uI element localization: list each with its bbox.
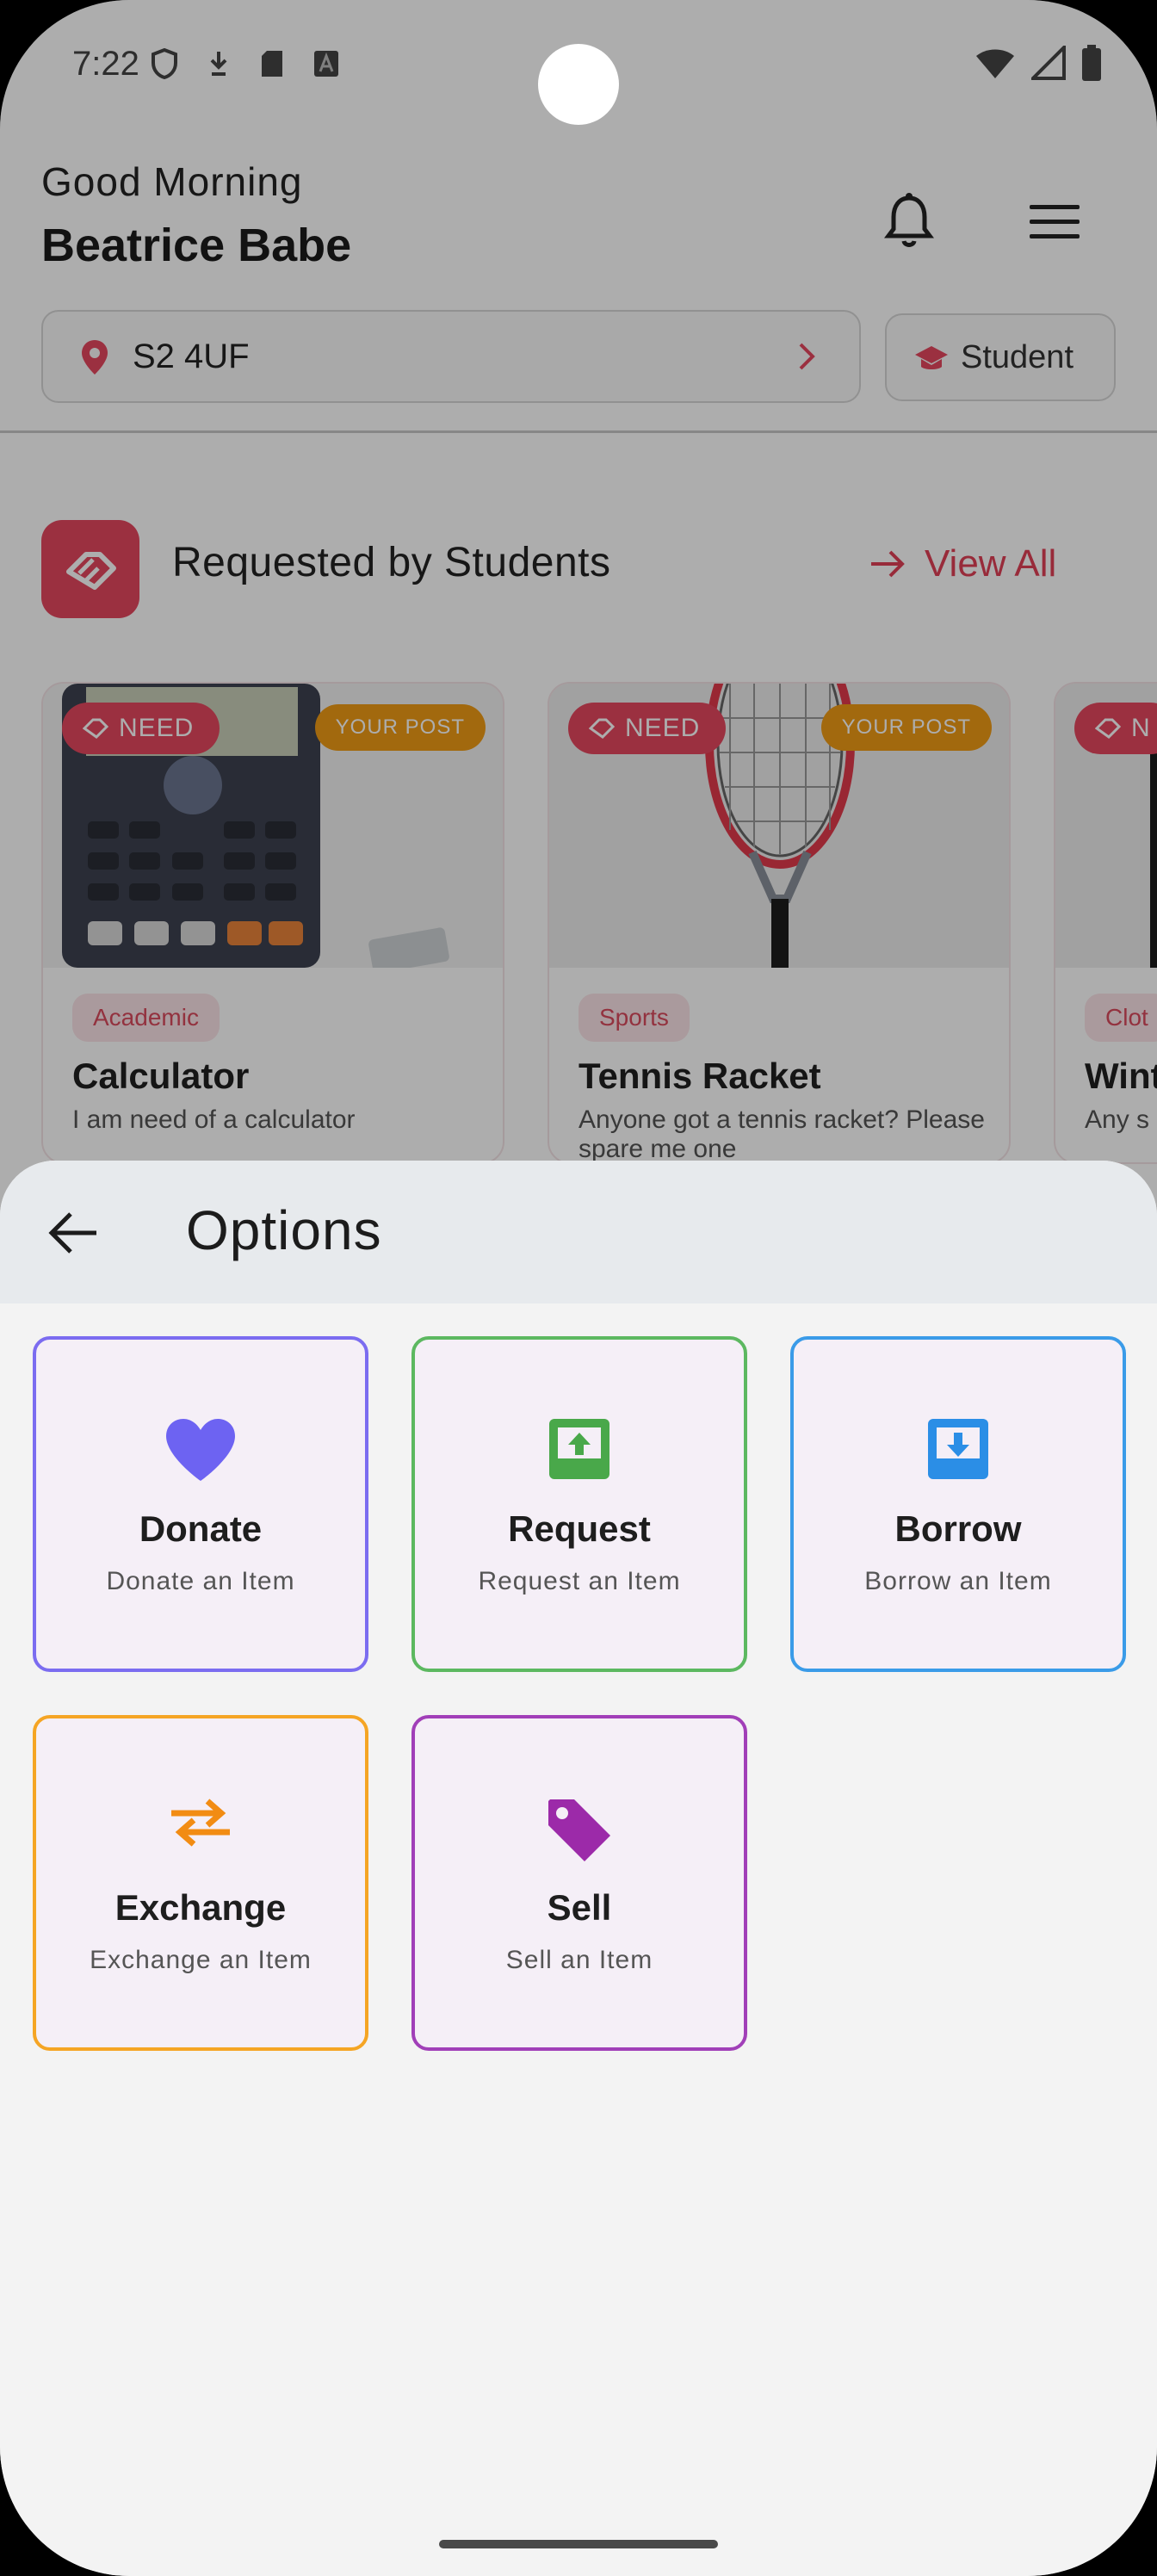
home-indicator[interactable] — [439, 2540, 718, 2548]
sheet-header: Options — [0, 1161, 1157, 1303]
heart-icon — [166, 1419, 235, 1481]
request-option-button[interactable]: Request Request an Item — [411, 1336, 747, 1672]
option-subtitle: Exchange an Item — [90, 1946, 312, 1974]
sheet-title: Options — [186, 1199, 382, 1261]
request-upload-icon — [549, 1419, 609, 1479]
back-arrow-icon[interactable] — [45, 1209, 100, 1257]
phone-screen: 7:22 Good Morning Beatrice Babe S2 4UF S… — [0, 0, 1157, 2576]
option-subtitle: Request an Item — [478, 1567, 681, 1595]
borrow-option-button[interactable]: Borrow Borrow an Item — [790, 1336, 1126, 1672]
exchange-option-button[interactable]: Exchange Exchange an Item — [33, 1715, 368, 2051]
option-label: Exchange — [114, 1887, 287, 1928]
camera-cutout — [538, 44, 619, 125]
option-label: Sell — [547, 1887, 612, 1928]
option-subtitle: Donate an Item — [106, 1567, 295, 1595]
option-subtitle: Sell an Item — [505, 1946, 653, 1974]
exchange-arrows-icon — [171, 1799, 230, 1847]
option-label: Donate — [139, 1508, 263, 1549]
option-label: Request — [508, 1508, 651, 1549]
sell-option-button[interactable]: Sell Sell an Item — [411, 1715, 747, 2051]
price-tag-icon — [548, 1799, 610, 1861]
borrow-download-icon — [928, 1419, 988, 1479]
option-label: Borrow — [894, 1508, 1022, 1549]
option-subtitle: Borrow an Item — [864, 1567, 1052, 1595]
options-bottom-sheet: Options Donate Donate an Item Request Re… — [0, 1161, 1157, 2576]
donate-option-button[interactable]: Donate Donate an Item — [33, 1336, 368, 1672]
